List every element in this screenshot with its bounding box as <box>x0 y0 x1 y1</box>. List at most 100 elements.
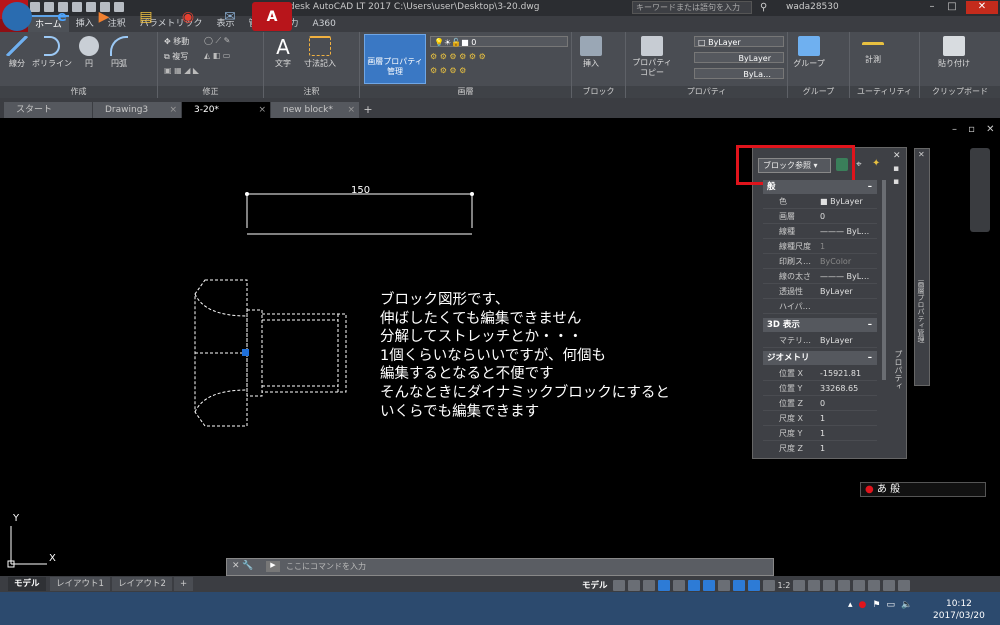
select-objects-icon[interactable]: ⌖ <box>856 159 862 170</box>
arc-button[interactable]: 円弧 <box>102 36 136 69</box>
tab-a360[interactable]: A360 <box>306 16 343 32</box>
viewport-controls[interactable]: – ▫ ✕ <box>952 124 999 135</box>
mail-icon[interactable]: ✉ <box>210 2 250 31</box>
group-button[interactable]: グループ <box>792 36 826 69</box>
prop-row[interactable]: 画層 0 <box>763 209 877 224</box>
collapse-icon[interactable]: – <box>868 180 872 194</box>
line-button[interactable]: 線分 <box>0 36 34 69</box>
prop-row[interactable]: ハイパ… <box>763 299 877 314</box>
ribbon-group-title[interactable]: 修正 <box>158 86 263 98</box>
doc-tab-3-20[interactable]: 3-20* × <box>182 102 270 118</box>
ribbon-group-title[interactable]: 画層 <box>360 86 571 98</box>
media-player-icon[interactable]: ▶ <box>84 2 124 31</box>
layer-palette-collapsed[interactable] <box>914 148 930 386</box>
ribbon-group-title[interactable]: ユーティリティ <box>850 86 919 98</box>
annotation-monitor-icon[interactable] <box>808 579 821 591</box>
rotate-icon[interactable]: ◯ ⟋ ✎ <box>204 36 230 46</box>
volume-icon[interactable]: 🔈 <box>901 600 912 610</box>
hardware-acceleration-icon[interactable] <box>868 579 881 591</box>
close-button[interactable]: ✕ <box>966 1 998 14</box>
prop-row[interactable]: 線種 ——— ByL… <box>763 224 877 239</box>
ortho-icon[interactable] <box>642 579 655 591</box>
maximize-button[interactable]: □ <box>944 1 960 14</box>
layer-dropdown[interactable]: 💡☀🔓■ 0 <box>430 36 568 47</box>
chrome-icon[interactable]: ◉ <box>168 2 208 31</box>
ribbon-group-title[interactable]: クリップボード <box>920 86 1000 98</box>
section-geometry[interactable]: ジオメトリ – <box>763 351 877 365</box>
units-icon[interactable] <box>823 579 836 591</box>
new-icon[interactable] <box>30 2 40 12</box>
dimension-button[interactable]: 寸法記入 <box>300 36 340 69</box>
linetype-dropdown[interactable]: ByLayer <box>694 52 784 63</box>
collapse-icon[interactable]: – <box>868 318 872 332</box>
start-button[interactable] <box>2 2 32 31</box>
move-button[interactable]: ✥ 移動 <box>164 36 189 47</box>
doc-tab-drawing3[interactable]: Drawing3 × <box>93 102 181 118</box>
annotation-scale[interactable]: 1:2 <box>778 581 791 590</box>
prop-row[interactable]: 線種尺度 1 <box>763 239 877 254</box>
close-icon[interactable]: ✕ <box>918 150 925 159</box>
collapse-icon[interactable]: – <box>868 351 872 365</box>
prop-row[interactable]: 透過性 ByLayer <box>763 284 877 299</box>
prop-row[interactable]: 位置 Z0 <box>763 396 877 411</box>
text-button[interactable]: A 文字 <box>266 36 300 69</box>
prop-row[interactable]: 位置 X -15921.81 <box>763 366 877 381</box>
prop-row[interactable]: 尺度 Y1 <box>763 426 877 441</box>
ie-icon[interactable]: e <box>42 2 82 31</box>
palette-close-icon[interactable]: ✕ ▪ ▪ <box>893 150 901 189</box>
search-input[interactable]: キーワードまたは語句を入力 <box>632 1 752 14</box>
palette-scrollbar[interactable] <box>882 180 886 380</box>
tray-arrow-icon[interactable]: ▴ <box>848 600 853 610</box>
section-general[interactable]: 般 – <box>763 180 877 194</box>
command-input[interactable]: ここにコマンドを入力 <box>286 561 366 572</box>
network-icon[interactable]: ▭ <box>886 600 895 610</box>
ribbon-group-title[interactable]: ブロック <box>572 86 625 98</box>
ribbon-group-title[interactable]: 注釈 <box>264 86 359 98</box>
ribbon-group-title[interactable]: プロパティ <box>626 86 787 98</box>
close-icon[interactable]: × <box>258 102 266 118</box>
prop-row[interactable]: 色 ■ ByLayer <box>763 194 877 209</box>
osnap-icon[interactable] <box>687 579 700 591</box>
pickadd-icon[interactable]: ✦ <box>872 158 880 169</box>
ribbon-group-title[interactable]: 作成 <box>0 86 157 98</box>
prop-row[interactable]: マテリ… ByLayer <box>763 333 877 348</box>
polar-icon[interactable] <box>657 579 670 591</box>
prop-row[interactable]: 尺度 X1 <box>763 411 877 426</box>
close-icon[interactable]: × <box>347 102 355 118</box>
prop-row[interactable]: 尺度 Z1 <box>763 441 877 455</box>
doc-tab-new-block[interactable]: new block* × <box>271 102 359 118</box>
section-3d-visualization[interactable]: 3D 表示 – <box>763 318 877 332</box>
customization-icon[interactable] <box>898 579 911 591</box>
color-dropdown[interactable]: □ ByLayer <box>694 36 784 47</box>
user-name[interactable]: wada28530 <box>786 2 839 12</box>
isolate-icon[interactable] <box>853 579 866 591</box>
measure-button[interactable]: 計測 <box>856 36 890 65</box>
model-space-toggle[interactable]: モデル <box>582 579 608 591</box>
command-close-icon[interactable]: ✕ 🔧 <box>232 561 254 571</box>
annotation-scale-icon[interactable] <box>762 579 775 591</box>
close-icon[interactable]: × <box>169 102 177 118</box>
layer-tools-icon-2[interactable]: ⚙ ⚙ ⚙ ⚙ <box>430 66 466 75</box>
flag-icon[interactable]: ⚑ <box>872 600 880 610</box>
polyline-button[interactable]: ポリライン <box>32 36 72 69</box>
prop-row[interactable]: 線の太さ ——— ByL… <box>763 269 877 284</box>
workspace-gear-icon[interactable] <box>793 579 806 591</box>
mirror-icon[interactable]: ◭ ◧ ▭ <box>204 51 230 60</box>
layout-tab-layout2[interactable]: レイアウト2 <box>112 577 172 591</box>
navigation-bar[interactable] <box>970 148 990 232</box>
prop-row[interactable]: 印刷ス… ByColor <box>763 254 877 269</box>
binoculars-icon[interactable]: ⚲ <box>760 2 767 13</box>
layer-properties-button[interactable]: 画層プロパティ 管理 <box>364 34 426 84</box>
grid-icon[interactable] <box>612 579 625 591</box>
layout-tab-layout1[interactable]: レイアウト1 <box>50 577 110 591</box>
explorer-icon[interactable]: ▤ <box>126 2 166 31</box>
clean-screen-icon[interactable] <box>883 579 896 591</box>
autocad-taskbar-icon[interactable]: A <box>252 2 292 31</box>
match-properties-button[interactable]: プロパティ コピー <box>628 36 676 78</box>
layer-tools-icon[interactable]: ⚙ ⚙ ⚙ ⚙ ⚙ ⚙ <box>430 52 486 61</box>
minimize-button[interactable]: – <box>924 1 940 14</box>
transparency-icon[interactable] <box>717 579 730 591</box>
prop-row[interactable]: 位置 Y 33268.65 <box>763 381 877 396</box>
lineweight-dropdown[interactable]: ByLa… <box>694 68 784 79</box>
doc-tab-start[interactable]: スタート <box>4 102 92 118</box>
